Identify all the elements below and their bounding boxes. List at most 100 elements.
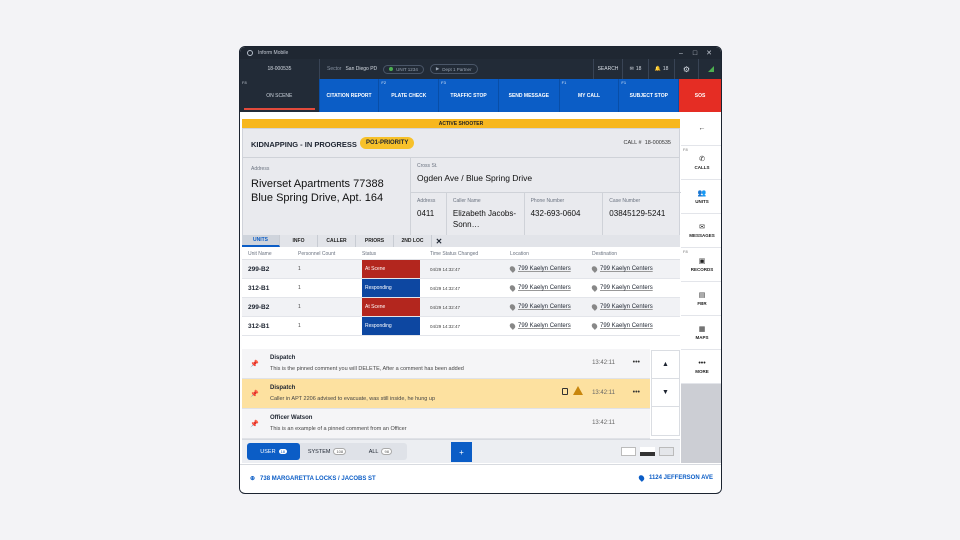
fkey-label: TRAFFIC STOP xyxy=(450,92,487,99)
fkey-plate-check[interactable]: F2 PLATE CHECK xyxy=(379,79,440,112)
close-tabs-icon[interactable]: ✕ xyxy=(432,235,446,247)
col-unit-name[interactable]: Unit Name xyxy=(242,251,294,257)
fkey-subject-stop[interactable]: F1 SUBJECT STOP xyxy=(619,79,680,112)
sector-label: Sector xyxy=(327,66,342,72)
current-location[interactable]: ⊕ 738 MARGARETTA LOCKS / JACOBS ST xyxy=(250,475,376,483)
location-pin-icon xyxy=(590,303,599,311)
tab-priors[interactable]: PRIORS xyxy=(356,235,394,247)
destination-cell[interactable]: 799 Kaelyn Centers xyxy=(590,322,680,330)
sidebar-fkey: F8 xyxy=(683,249,688,254)
col-status[interactable]: Status xyxy=(362,248,428,259)
sidebar-item-messages[interactable]: ✉ MESSAGES xyxy=(681,214,721,248)
more-options-icon[interactable]: ••• xyxy=(633,359,640,366)
destination-location[interactable]: 1124 JEFFERSON AVE xyxy=(637,474,713,482)
sidebar-item-more[interactable]: ••• MORE xyxy=(681,350,721,384)
destination-location-text: 1124 JEFFERSON AVE xyxy=(648,475,713,481)
incident-card: KIDNAPPING - IN PROGRESS PO1-PRIORITY CA… xyxy=(242,128,681,241)
close-button[interactable]: ✕ xyxy=(703,47,715,59)
filter-all-button[interactable]: ALL 98 xyxy=(354,443,407,460)
partner-pill-label: Dept 1 Partner xyxy=(442,66,472,72)
bell-icon: 🔔 xyxy=(654,66,661,72)
scroll-up-icon[interactable]: ▲ xyxy=(652,351,679,379)
field-phone-label: Phone Number xyxy=(530,198,565,204)
maximize-button[interactable]: □ xyxy=(689,47,701,59)
minimize-button[interactable]: – xyxy=(675,47,687,59)
sidebar-item-label: MORE xyxy=(695,368,709,374)
tab-caller[interactable]: CALLER xyxy=(318,235,356,247)
table-row[interactable]: 299-B2 1 At Scene 04/29 14:32:47 799 Kae… xyxy=(242,298,680,317)
view-split-icon[interactable] xyxy=(640,447,655,456)
comment-text: This is an example of a pinned comment f… xyxy=(270,426,407,432)
more-options-icon[interactable]: ••• xyxy=(633,389,640,396)
pin-icon[interactable]: 📌 xyxy=(250,360,259,368)
location-cell[interactable]: 799 Kaelyn Centers xyxy=(508,322,592,330)
address-label: Address xyxy=(251,166,270,172)
view-full-icon[interactable] xyxy=(621,447,636,456)
sidebar-item-records[interactable]: F8 ▣ RECORDS xyxy=(681,248,721,282)
location-pin-icon xyxy=(590,322,599,330)
fkey-on-scene[interactable]: F8 ON SCENE xyxy=(240,79,320,112)
destination-value: 799 Kaelyn Centers xyxy=(600,323,653,329)
field-address-label: Address xyxy=(417,198,436,204)
filter-system-button[interactable]: SYSTEM 108 xyxy=(300,443,353,460)
location-cell[interactable]: 799 Kaelyn Centers xyxy=(508,265,592,273)
scroll-down-icon[interactable]: ▼ xyxy=(652,379,679,407)
destination-cell[interactable]: 799 Kaelyn Centers xyxy=(590,284,680,292)
call-number-value: 18-000535 xyxy=(644,140,671,146)
sidebar-item-maps[interactable]: ▦ MAPS xyxy=(681,316,721,350)
field-phone[interactable]: Phone Number 432-693-0604 xyxy=(525,193,604,241)
sidebar-item-units[interactable]: 👥 UNITS xyxy=(681,180,721,214)
filter-user-button[interactable]: USER 18 xyxy=(247,443,301,460)
col-location[interactable]: Location xyxy=(510,251,592,257)
mail-button[interactable]: ✉ 18 xyxy=(623,59,649,79)
partner-pill[interactable]: ▶ Dept 1 Partner xyxy=(429,64,478,74)
sidebar-item-calls[interactable]: F8 ✆ CALLS xyxy=(681,146,721,180)
col-personnel-count[interactable]: Personnel Count xyxy=(294,251,362,257)
comment-item-highlighted[interactable]: 📌 Dispatch Caller in APT 2206 advised to… xyxy=(242,379,650,409)
table-row[interactable]: 312-B1 1 Responding 04/29 14:32:47 799 K… xyxy=(242,317,680,336)
fkey-citation-report[interactable]: CITATION REPORT xyxy=(319,79,380,112)
search-label: SEARCH xyxy=(597,66,619,72)
col-time-status[interactable]: Time Status Changed xyxy=(428,251,510,257)
col-destination[interactable]: Destination xyxy=(592,251,680,257)
tab-info[interactable]: INFO xyxy=(280,235,318,247)
pin-icon[interactable]: 📌 xyxy=(250,390,259,398)
fkey-number: F3 xyxy=(441,80,446,85)
add-comment-button[interactable]: + xyxy=(451,442,472,462)
app-title: Inform Mobile xyxy=(258,50,289,56)
location-cell[interactable]: 799 Kaelyn Centers xyxy=(508,284,592,292)
view-mode-toggles xyxy=(621,447,674,456)
table-row[interactable]: 312-B1 1 Responding 04/29 14:32:47 799 K… xyxy=(242,279,680,298)
destination-cell[interactable]: 799 Kaelyn Centers xyxy=(590,265,680,273)
field-case-label: Case Number xyxy=(609,198,641,204)
view-compact-icon[interactable] xyxy=(659,447,674,456)
field-phone-value: 432-693-0604 xyxy=(530,209,581,218)
destination-cell[interactable]: 799 Kaelyn Centers xyxy=(590,303,680,311)
units-table: Unit Name Personnel Count Status Time St… xyxy=(242,248,680,336)
tab-units[interactable]: UNITS xyxy=(242,235,280,247)
unit-id[interactable]: 18-000535 xyxy=(240,59,320,79)
status-badge: Responding xyxy=(362,279,420,297)
settings-button[interactable]: ⚙ xyxy=(675,59,699,79)
search-button[interactable]: SEARCH xyxy=(593,59,623,79)
alerts-button[interactable]: 🔔 18 xyxy=(649,59,675,79)
tab-2nd-loc[interactable]: 2ND LOC xyxy=(394,235,432,247)
location-cell[interactable]: 799 Kaelyn Centers xyxy=(508,303,592,311)
fkey-my-call[interactable]: F1 MY CALL xyxy=(559,79,620,112)
fkey-send-message[interactable]: SEND MESSAGE xyxy=(498,79,560,112)
mail-icon: ✉ xyxy=(699,224,705,231)
fkey-traffic-stop[interactable]: F3 TRAFFIC STOP xyxy=(439,79,499,112)
back-button[interactable]: ← xyxy=(681,112,721,146)
unit-pill[interactable]: UNIT 1234 xyxy=(383,64,424,74)
table-row[interactable]: 299-B2 1 At Scene 04/29 14:32:47 799 Kae… xyxy=(242,260,680,279)
sidebar-item-fbr[interactable]: ▤ FBR xyxy=(681,282,721,316)
comment-item[interactable]: 📌 Officer Watson This is an example of a… xyxy=(242,409,650,439)
report-icon: ▤ xyxy=(698,292,706,299)
comment-item[interactable]: 📌 Dispatch This is the pinned comment yo… xyxy=(242,349,650,379)
function-keys: F8 ON SCENE CITATION REPORT F2 PLATE CHECK… xyxy=(240,79,721,112)
pin-icon[interactable]: 📌 xyxy=(250,420,259,428)
cross-street-label: Cross St. xyxy=(417,163,438,169)
destination-value: 799 Kaelyn Centers xyxy=(600,304,653,310)
time-changed: 04/29 14:32:47 xyxy=(430,266,461,272)
sos-button[interactable]: SOS xyxy=(679,79,721,112)
